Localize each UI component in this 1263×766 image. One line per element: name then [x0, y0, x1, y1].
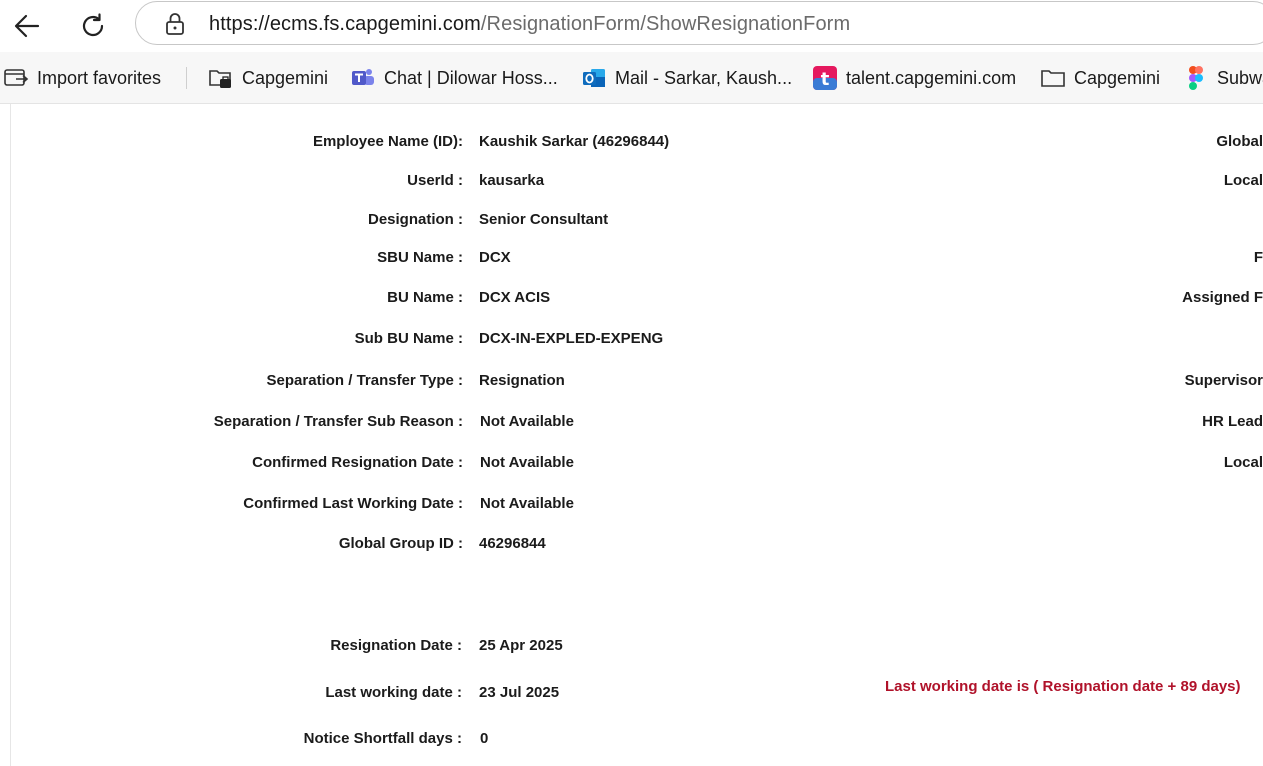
favorite-import[interactable]: Import favorites — [3, 65, 161, 91]
favorite-label: Capgemini — [1074, 67, 1161, 88]
back-button[interactable] — [7, 6, 47, 46]
reload-icon — [82, 13, 104, 37]
global-group-id-label: Global Group ID : — [338, 535, 463, 552]
folder-briefcase-icon — [208, 65, 234, 91]
separation-type-value: Resignation — [479, 372, 565, 389]
content-border — [10, 104, 11, 766]
folder-icon — [1040, 65, 1066, 91]
right-label-local-2: Local — [1223, 454, 1263, 471]
sub-bu-name-label: Sub BU Name : — [354, 330, 463, 347]
global-group-id-value: 46296844 — [479, 535, 546, 552]
resignation-form: Employee Name (ID): Kaushik Sarkar (4629… — [0, 104, 1263, 766]
lock-icon[interactable] — [164, 12, 186, 36]
talent-icon: t — [812, 65, 838, 91]
url-path: /ResignationForm/ShowResignationForm — [480, 13, 851, 35]
sbu-name-label: SBU Name : — [377, 249, 463, 266]
url-bar[interactable]: https://ecms.fs.capgemini.com/Resignatio… — [135, 1, 1263, 45]
confirmed-resignation-date-label: Confirmed Resignation Date : — [252, 454, 463, 471]
url-host: https://ecms.fs.capgemini.com — [209, 13, 481, 35]
favorite-label: Mail - Sarkar, Kaush... — [615, 67, 793, 88]
favorite-subway[interactable]: Subwa — [1183, 65, 1263, 91]
last-working-date-note: Last working date is ( Resignation date … — [885, 678, 1241, 695]
sbu-name-value: DCX — [479, 249, 511, 266]
confirmed-last-working-date-value: Not Available — [480, 495, 574, 512]
employee-name-value: Kaushik Sarkar (46296844) — [479, 133, 670, 150]
bu-name-label: BU Name : — [387, 289, 463, 306]
confirmed-last-working-date-label: Confirmed Last Working Date : — [243, 495, 463, 512]
sub-bu-name-value: DCX-IN-EXPLED-EXPENG — [479, 330, 664, 347]
right-label-local: Local — [1223, 172, 1263, 189]
right-label-hr-lead: HR Lead — [1202, 413, 1263, 430]
favorite-label: Capgemini — [242, 67, 329, 88]
reload-button[interactable] — [73, 6, 113, 46]
right-label-assigned: Assigned F — [1182, 289, 1263, 306]
back-arrow-icon — [14, 14, 40, 38]
last-working-date-value[interactable]: 23 Jul 2025 — [479, 684, 559, 701]
address-bar-area: https://ecms.fs.capgemini.com/Resignatio… — [0, 0, 1263, 52]
favorite-capgemini-folder-2[interactable]: Capgemini — [1040, 65, 1160, 91]
favorite-label: Subwa — [1217, 67, 1263, 88]
favorite-label: Chat | Dilowar Hoss... — [384, 67, 558, 88]
outlook-icon — [581, 65, 607, 91]
notice-shortfall-label: Notice Shortfall days : — [303, 730, 462, 747]
favorite-label: Import favorites — [37, 67, 162, 88]
favorites-separator — [186, 67, 187, 89]
resignation-date-value[interactable]: 25 Apr 2025 — [479, 637, 563, 654]
separation-sub-reason-label: Separation / Transfer Sub Reason : — [213, 413, 463, 430]
favorites-bar: Import favorites Capgemini Chat | Dilowa… — [0, 52, 1263, 104]
designation-label: Designation : — [367, 211, 463, 228]
separation-sub-reason-value: Not Available — [480, 413, 574, 430]
userid-value: kausarka — [479, 172, 545, 189]
designation-value: Senior Consultant — [479, 211, 609, 228]
svg-text:t: t — [821, 69, 830, 90]
favorite-mail[interactable]: Mail - Sarkar, Kaush... — [581, 65, 792, 91]
resignation-date-label: Resignation Date : — [330, 637, 462, 654]
last-working-date-label: Last working date : — [325, 684, 462, 701]
import-favorites-icon — [3, 65, 29, 91]
right-label-supervisor: Supervisor — [1184, 372, 1263, 389]
confirmed-resignation-date-value: Not Available — [480, 454, 574, 471]
right-label-global: Global — [1216, 133, 1263, 150]
bu-name-value: DCX ACIS — [479, 289, 551, 306]
favorite-label: talent.capgemini.com — [846, 67, 1017, 88]
favorite-capgemini-folder[interactable]: Capgemini — [208, 65, 328, 91]
notice-shortfall-value: 0 — [480, 730, 489, 747]
employee-name-label: Employee Name (ID): — [312, 133, 463, 150]
url-text[interactable]: https://ecms.fs.capgemini.com/Resignatio… — [209, 13, 850, 36]
favorite-chat[interactable]: Chat | Dilowar Hoss... — [350, 65, 558, 91]
teams-icon — [350, 65, 376, 91]
userid-label: UserId : — [407, 172, 463, 189]
separation-type-label: Separation / Transfer Type : — [266, 372, 463, 389]
figma-icon — [1183, 65, 1209, 91]
right-label-f: F — [1253, 249, 1263, 266]
favorite-talent[interactable]: t talent.capgemini.com — [812, 65, 1016, 91]
